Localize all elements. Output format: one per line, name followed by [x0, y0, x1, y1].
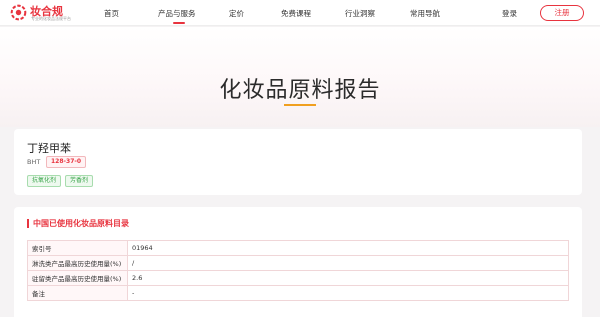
nav-active-indicator [173, 22, 185, 24]
table-row: 淋洗类产品最高历史使用量(%) / [27, 255, 569, 271]
login-link[interactable]: 登录 [502, 8, 517, 19]
material-name: 丁羟甲苯 [27, 142, 71, 155]
cas-number-badge: 128-37-0 [46, 156, 87, 168]
brand-logo[interactable]: 妆合规 专业的化妆品法规平台 [10, 3, 80, 23]
row-value: - [127, 285, 569, 301]
nav-item-pricing[interactable]: 定价 [229, 8, 244, 19]
row-value: / [127, 255, 569, 271]
section-title: 中国已使用化妆品原料目录 [33, 219, 129, 228]
row-value: 2.6 [127, 270, 569, 286]
function-tag-fragrance: 芳香剂 [65, 175, 94, 187]
nav-item-home[interactable]: 首页 [104, 8, 119, 19]
row-value: 01964 [127, 240, 569, 256]
title-underline [284, 104, 316, 106]
function-tag-antioxidant: 抗氧化剂 [27, 175, 62, 187]
page-title: 化妆品原料报告 [219, 78, 381, 103]
nav-item-free-courses[interactable]: 免费课程 [281, 8, 311, 19]
material-summary-card: 丁羟甲苯 BHT 128-37-0 抗氧化剂 芳香剂 [14, 129, 582, 195]
row-key: 淋洗类产品最高历史使用量(%) [27, 255, 128, 271]
row-key: 驻留类产品最高历史使用量(%) [27, 270, 128, 286]
table-row: 索引号 01964 [27, 240, 569, 256]
nav-item-common-links[interactable]: 常用导航 [410, 8, 440, 19]
row-key: 备注 [27, 285, 128, 301]
nav-item-products-services[interactable]: 产品与服务 [158, 8, 196, 19]
register-button[interactable]: 注册 [540, 5, 584, 21]
row-key: 索引号 [27, 240, 128, 256]
nav-item-industry-insights[interactable]: 行业洞察 [345, 8, 375, 19]
top-navigation-bar: 妆合规 专业的化妆品法规平台 首页 产品与服务 定价 免费课程 行业洞察 常用导… [0, 0, 600, 26]
section-marker [27, 219, 29, 228]
material-abbreviation: BHT [27, 158, 41, 166]
logo-icon [10, 4, 27, 21]
brand-tagline: 专业的化妆品法规平台 [31, 16, 71, 21]
catalog-info-table: 索引号 01964 淋洗类产品最高历史使用量(%) / 驻留类产品最高历史使用量… [27, 240, 569, 301]
catalog-section-card: 中国已使用化妆品原料目录 索引号 01964 淋洗类产品最高历史使用量(%) /… [14, 207, 582, 317]
table-row: 驻留类产品最高历史使用量(%) 2.6 [27, 270, 569, 286]
table-row: 备注 - [27, 285, 569, 301]
